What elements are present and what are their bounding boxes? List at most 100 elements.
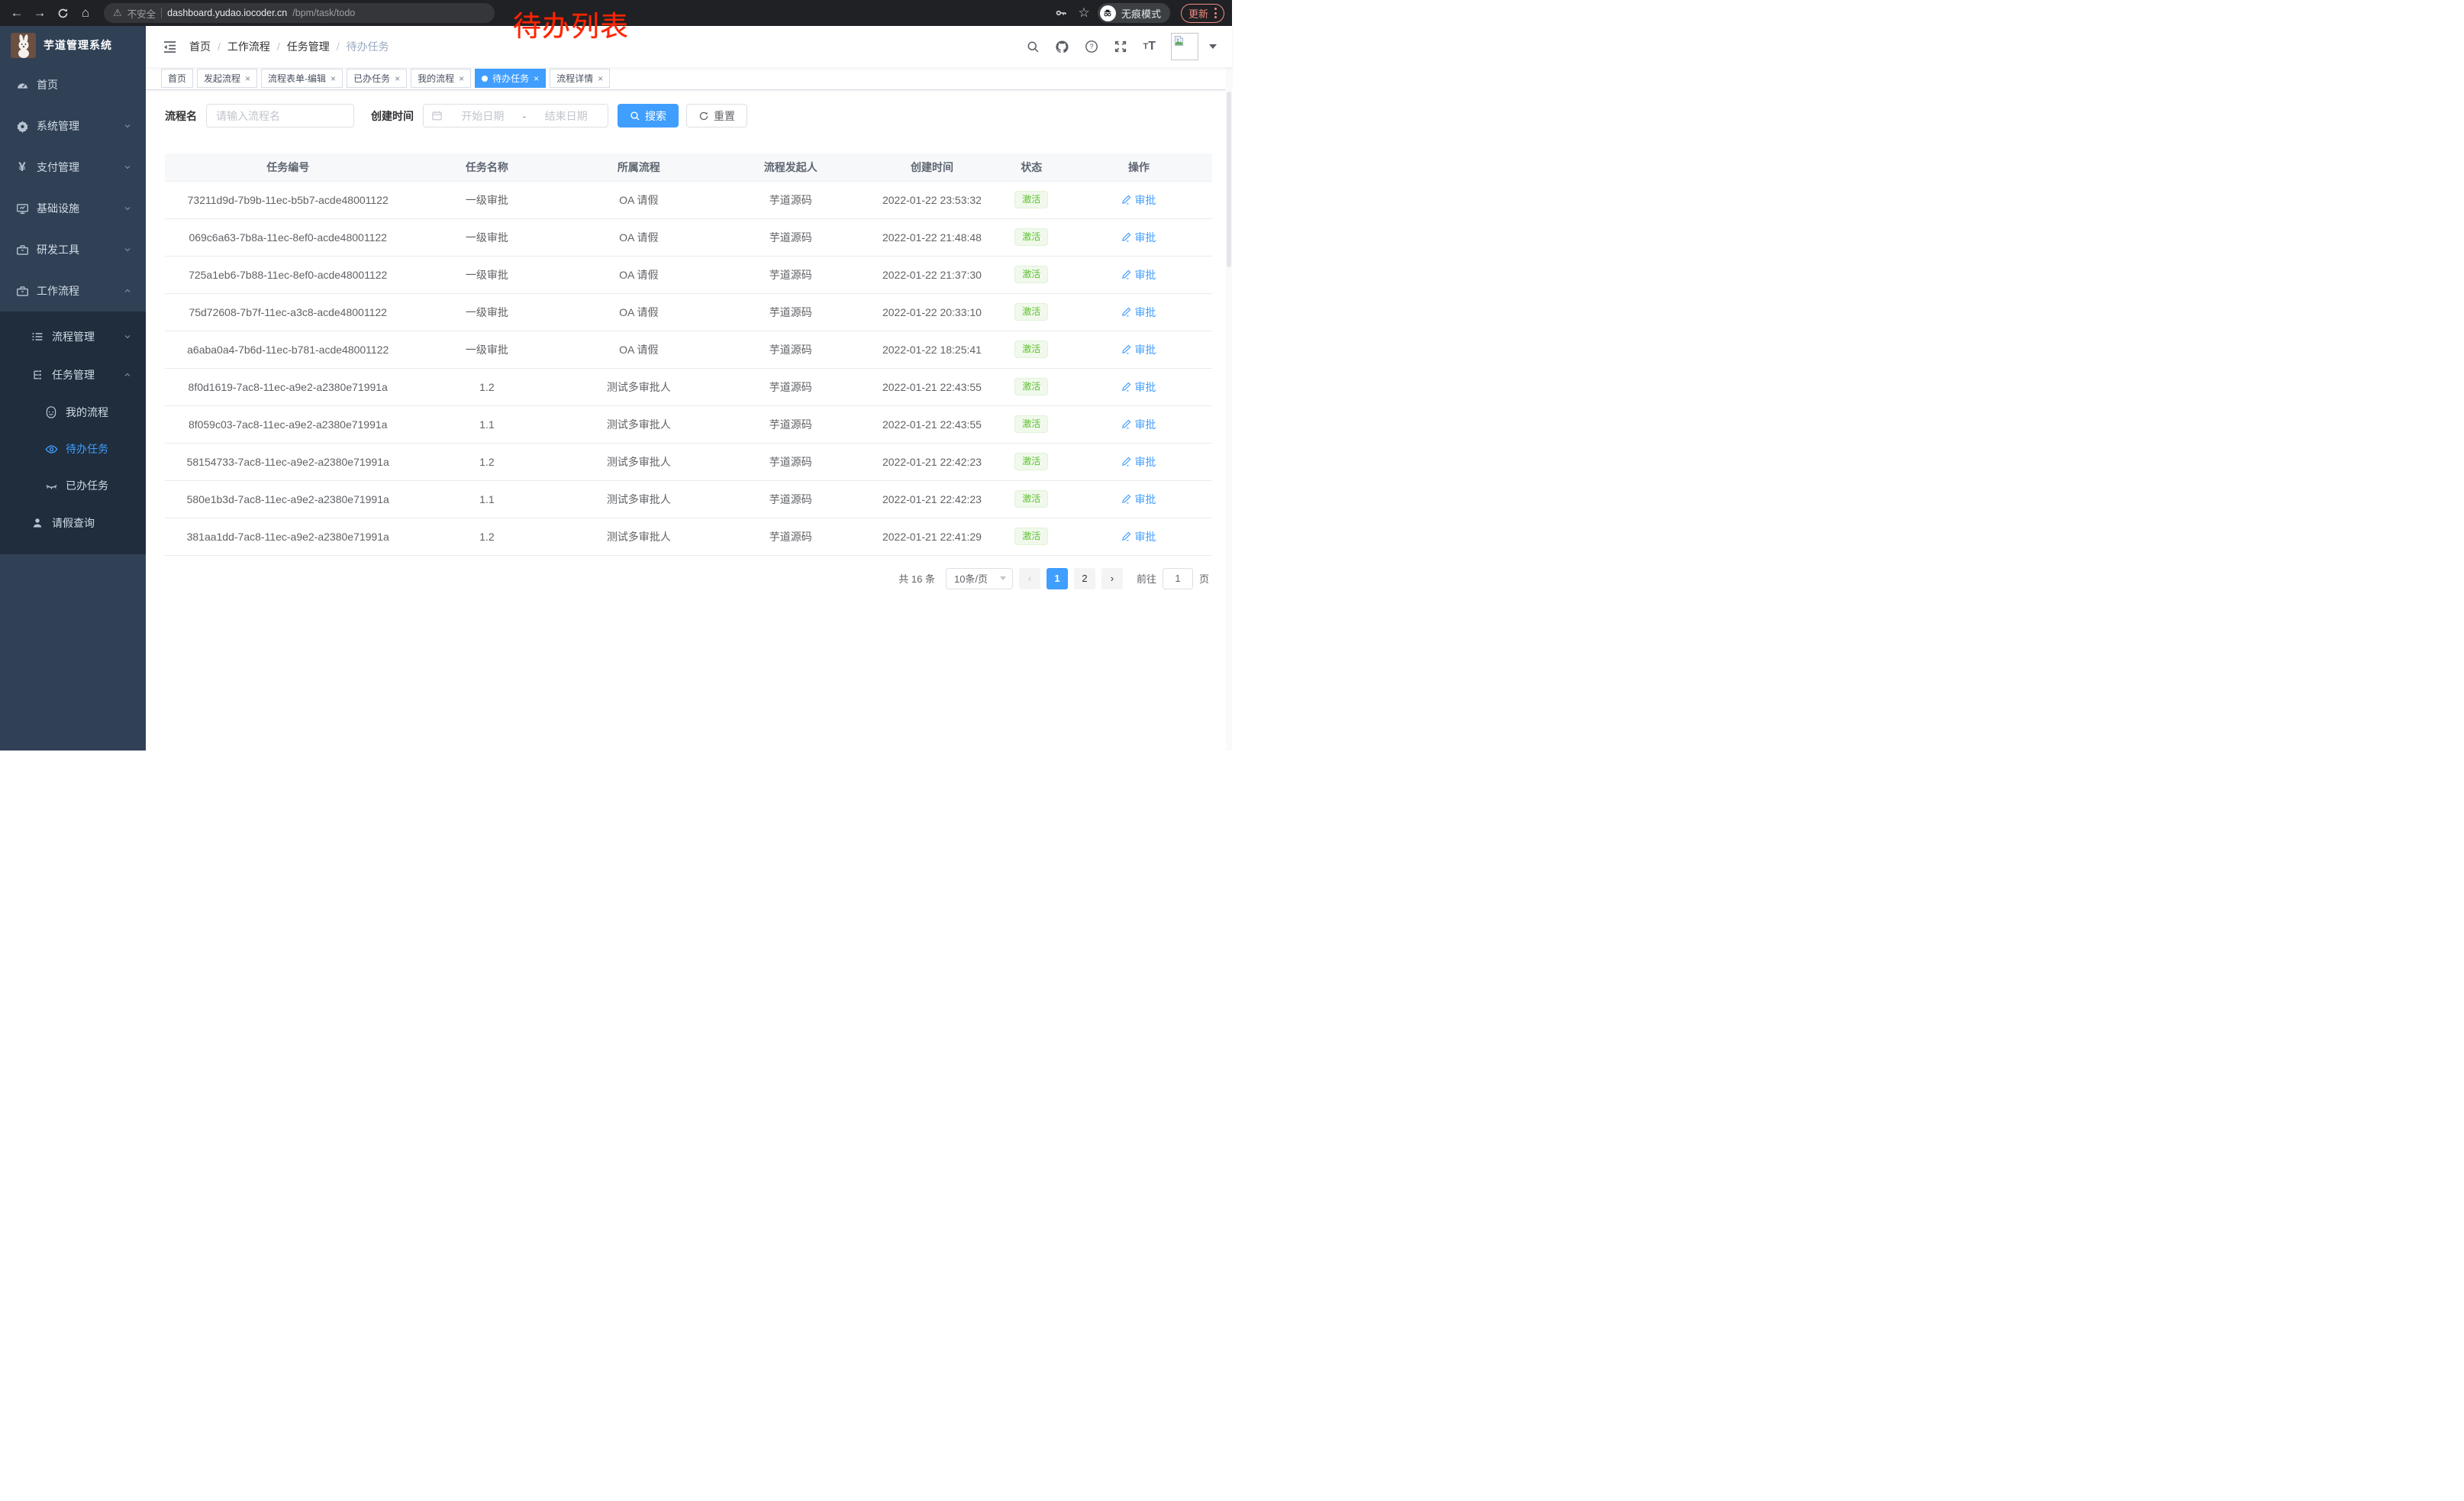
prev-page-button[interactable]: ‹ <box>1019 568 1040 589</box>
cell-initiator: 芋道源码 <box>714 368 866 405</box>
eye-icon <box>44 443 58 456</box>
calendar-icon <box>431 110 443 121</box>
approve-link[interactable]: 审批 <box>1121 417 1156 432</box>
bookmark-star-icon[interactable]: ☆ <box>1075 4 1093 22</box>
close-icon[interactable]: × <box>598 73 603 84</box>
github-icon[interactable] <box>1055 40 1069 54</box>
status-badge: 激活 <box>1014 528 1048 546</box>
yen-icon: ¥ <box>15 160 29 175</box>
tag-todo-tasks[interactable]: 待办任务× <box>475 69 546 88</box>
cell-task-id: 73211d9d-7b9b-11ec-b5b7-acde48001122 <box>165 181 411 218</box>
status-badge: 激活 <box>1014 415 1048 434</box>
back-icon[interactable]: ← <box>8 4 26 22</box>
sidebar-collapse-icon[interactable] <box>163 40 177 54</box>
tag-home[interactable]: 首页 <box>161 69 193 88</box>
breadcrumb-home[interactable]: 首页 <box>189 39 211 54</box>
scrollbar[interactable] <box>1226 26 1232 750</box>
approve-link[interactable]: 审批 <box>1121 529 1156 544</box>
update-label: 更新 <box>1188 6 1208 21</box>
breadcrumb-separator: / <box>337 40 340 53</box>
cell-task-name: 一级审批 <box>411 181 563 218</box>
cell-initiator: 芋道源码 <box>714 480 866 518</box>
reset-button[interactable]: 重置 <box>686 104 747 128</box>
tag-done-tasks[interactable]: 已办任务× <box>347 69 407 88</box>
incognito-badge: 无痕模式 <box>1098 3 1170 23</box>
approve-link[interactable]: 审批 <box>1121 192 1156 208</box>
tag-start-process[interactable]: 发起流程× <box>197 69 257 88</box>
password-key-icon[interactable] <box>1052 4 1070 22</box>
sidebar-item-workflow[interactable]: 工作流程 <box>0 270 146 311</box>
cell-task-name: 1.2 <box>411 518 563 555</box>
close-icon[interactable]: × <box>459 73 464 84</box>
sidebar-menu: 首页 系统管理 ¥ 支付管理 基础设施 <box>0 64 146 554</box>
cell-actions: 审批 <box>1066 256 1212 293</box>
tag-my-process[interactable]: 我的流程× <box>411 69 471 88</box>
forward-icon[interactable]: → <box>31 4 49 22</box>
app-shell: 芋道管理系统 首页 系统管理 ¥ 支付管理 <box>0 26 1232 750</box>
cell-status: 激活 <box>998 331 1066 368</box>
sidebar-item-payment[interactable]: ¥ 支付管理 <box>0 147 146 188</box>
cell-create-time: 2022-01-22 21:48:48 <box>866 218 998 256</box>
sidebar-item-leave-query[interactable]: 请假查询 <box>0 504 146 542</box>
status-badge: 激活 <box>1014 378 1048 396</box>
scrollbar-thumb[interactable] <box>1227 92 1231 267</box>
sidebar-item-done-tasks[interactable]: 已办任务 <box>0 467 146 504</box>
chrome-menu-icon[interactable] <box>1214 8 1217 18</box>
close-icon[interactable]: × <box>331 73 336 84</box>
logo-row[interactable]: 芋道管理系统 <box>0 26 146 64</box>
cell-task-name: 1.1 <box>411 480 563 518</box>
next-page-button[interactable]: › <box>1101 568 1123 589</box>
approve-link[interactable]: 审批 <box>1121 492 1156 507</box>
process-name-input[interactable] <box>206 104 354 128</box>
chevron-down-icon <box>1000 576 1006 580</box>
avatar[interactable] <box>1171 33 1198 60</box>
sidebar-item-infrastructure[interactable]: 基础设施 <box>0 188 146 229</box>
font-size-icon[interactable]: TT <box>1143 40 1156 53</box>
chevron-up-icon <box>123 370 132 379</box>
close-icon[interactable]: × <box>534 73 539 84</box>
col-actions: 操作 <box>1066 153 1212 181</box>
approve-link[interactable]: 审批 <box>1121 454 1156 470</box>
svg-text:?: ? <box>1090 43 1094 50</box>
sidebar-item-system[interactable]: 系统管理 <box>0 105 146 147</box>
sidebar-item-task-management[interactable]: 任务管理 <box>0 356 146 394</box>
search-button[interactable]: 搜索 <box>618 104 679 128</box>
close-icon[interactable]: × <box>395 73 400 84</box>
reload-icon[interactable] <box>53 4 72 22</box>
task-table: 任务编号 任务名称 所属流程 流程发起人 创建时间 状态 操作 73211d9d… <box>165 153 1212 556</box>
avatar-dropdown-caret[interactable] <box>1209 44 1217 49</box>
sidebar-item-todo-tasks[interactable]: 待办任务 <box>0 431 146 467</box>
fullscreen-icon[interactable] <box>1114 40 1127 53</box>
sidebar-item-home[interactable]: 首页 <box>0 64 146 105</box>
app-title: 芋道管理系统 <box>44 37 112 53</box>
sidebar-item-process-management[interactable]: 流程管理 <box>0 318 146 356</box>
home-icon[interactable]: ⌂ <box>76 4 95 22</box>
breadcrumb-task-management[interactable]: 任务管理 <box>287 39 330 54</box>
goto-label: 前往 <box>1137 571 1156 586</box>
chrome-update-button[interactable]: 更新 <box>1181 4 1224 23</box>
breadcrumb-workflow[interactable]: 工作流程 <box>227 39 270 54</box>
cell-actions: 审批 <box>1066 293 1212 331</box>
tag-process-detail[interactable]: 流程详情× <box>550 69 610 88</box>
page-button-2[interactable]: 2 <box>1074 568 1095 589</box>
page-button-1[interactable]: 1 <box>1047 568 1068 589</box>
incognito-icon <box>1100 5 1116 21</box>
address-bar[interactable]: ⚠ 不安全 dashboard.yudao.iocoder.cn/bpm/tas… <box>104 3 495 23</box>
date-range-picker[interactable]: 开始日期 - 结束日期 <box>423 104 608 128</box>
sidebar-item-devtools[interactable]: 研发工具 <box>0 229 146 270</box>
approve-link[interactable]: 审批 <box>1121 305 1156 320</box>
not-secure-label: 不安全 <box>127 6 156 21</box>
approve-link[interactable]: 审批 <box>1121 342 1156 357</box>
table-row: a6aba0a4-7b6d-11ec-b781-acde48001122 一级审… <box>165 331 1212 368</box>
approve-link[interactable]: 审批 <box>1121 379 1156 395</box>
approve-link[interactable]: 审批 <box>1121 267 1156 282</box>
search-icon[interactable] <box>1027 40 1040 53</box>
page-size-select[interactable]: 10条/页 <box>946 568 1013 589</box>
help-icon[interactable]: ? <box>1085 40 1098 53</box>
goto-page-input[interactable] <box>1163 568 1193 589</box>
tag-process-form-edit[interactable]: 流程表单-编辑× <box>261 69 343 88</box>
toolbox-icon <box>15 244 29 257</box>
approve-link[interactable]: 审批 <box>1121 230 1156 245</box>
close-icon[interactable]: × <box>245 73 250 84</box>
sidebar-item-my-process[interactable]: 我的流程 <box>0 394 146 431</box>
